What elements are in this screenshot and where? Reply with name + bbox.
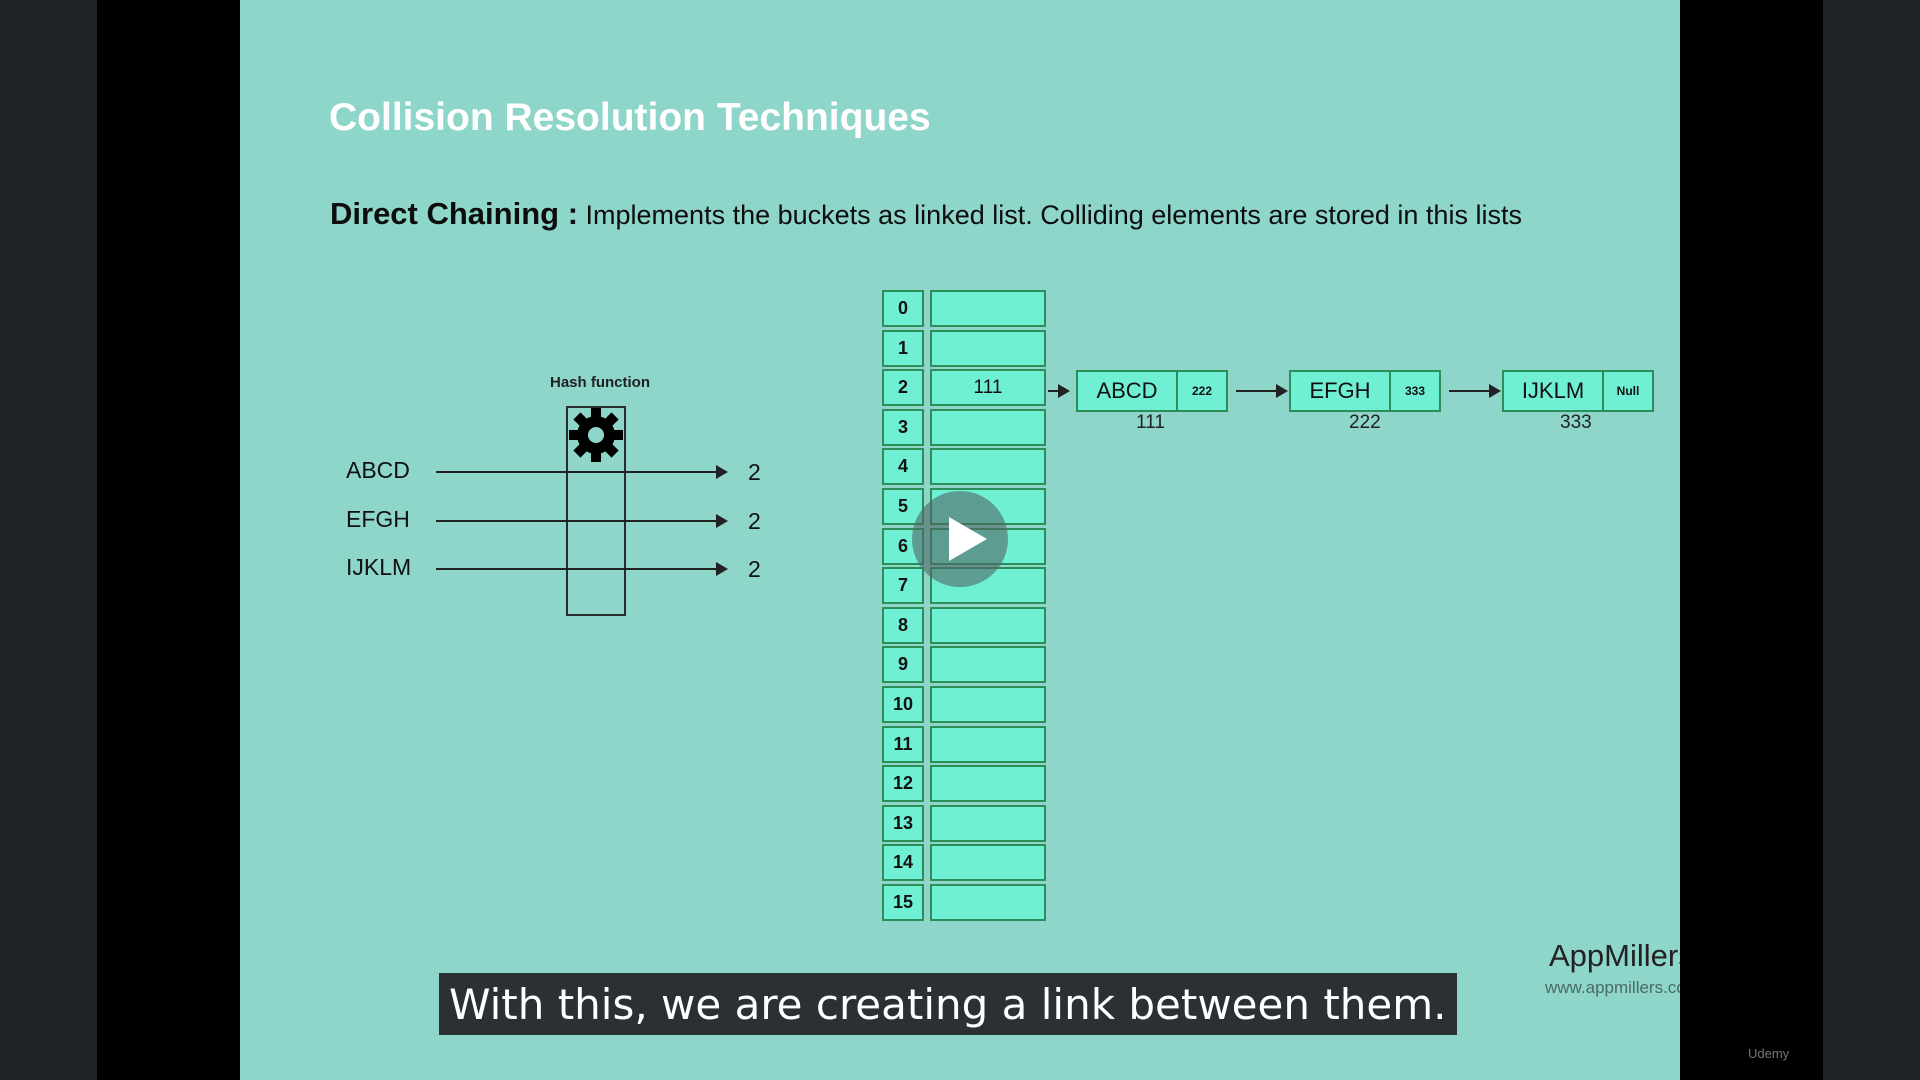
bucket-value (930, 448, 1046, 486)
node-next-pointer: Null (1616, 384, 1640, 398)
hash-function-label: Hash function (550, 374, 650, 391)
play-icon[interactable] (912, 491, 1008, 587)
bucket-index: 7 (882, 567, 924, 605)
brand-name: AppMillers (1549, 938, 1680, 973)
chain-arrow (1048, 384, 1070, 398)
bucket-value (930, 408, 1046, 446)
hash-arrow (436, 562, 728, 576)
chain-arrow (1236, 384, 1288, 398)
bucket-value (930, 290, 1046, 327)
hash-output-index: 2 (748, 459, 761, 485)
subtitle-caption: With this, we are creating a link betwee… (439, 973, 1457, 1035)
hash-output-index: 2 (748, 556, 761, 582)
hash-input-key: IJKLM (346, 554, 412, 580)
hash-arrow (436, 465, 728, 479)
bucket-index: 3 (882, 408, 924, 446)
bucket-value (930, 804, 1046, 842)
chain-arrow (1449, 384, 1501, 398)
linked-list-node: IJKLM Null (1502, 370, 1654, 412)
bucket-value (930, 606, 1046, 644)
gear-icon (569, 408, 623, 462)
hash-input-key: ABCD (346, 457, 410, 483)
node-address: 222 (1349, 412, 1381, 433)
slide-subtitle: Direct Chaining : Implements the buckets… (330, 196, 1522, 232)
brand-url: www.appmillers.com (1545, 978, 1680, 997)
bucket-value (930, 844, 1046, 882)
hash-arrow (436, 514, 728, 528)
bucket-value (930, 883, 1046, 921)
bucket-index: 9 (882, 646, 924, 684)
bucket-index: 1 (882, 329, 924, 367)
bucket-index: 11 (882, 725, 924, 763)
subtitle-term: Direct Chaining : (330, 196, 579, 231)
bucket-index: 15 (882, 883, 924, 921)
bucket-index: 0 (882, 290, 924, 327)
bucket-index: 4 (882, 448, 924, 486)
linked-list-node: ABCD 222 (1076, 370, 1228, 412)
node-key: EFGH (1291, 372, 1391, 410)
bucket-value (930, 685, 1046, 723)
bucket-index: 12 (882, 765, 924, 803)
bucket-value (930, 765, 1046, 803)
bucket-value: 111 (930, 369, 1046, 407)
bucket-index: 10 (882, 685, 924, 723)
hash-output-index: 2 (748, 508, 761, 534)
node-next-pointer: 333 (1404, 384, 1426, 398)
node-next-pointer: 222 (1191, 384, 1213, 398)
bucket-index: 14 (882, 844, 924, 882)
node-key: ABCD (1078, 372, 1178, 410)
udemy-watermark: Udemy (1748, 1046, 1790, 1061)
subtitle-description: Implements the buckets as linked list. C… (585, 200, 1522, 230)
node-address: 111 (1136, 412, 1165, 433)
slide-title: Collision Resolution Techniques (329, 96, 931, 139)
node-key: IJKLM (1504, 372, 1604, 410)
bucket-index: 2 (882, 369, 924, 407)
bucket-index: 8 (882, 606, 924, 644)
bucket-value (930, 329, 1046, 367)
linked-list-node: EFGH 333 (1289, 370, 1441, 412)
bucket-value (930, 725, 1046, 763)
node-address: 333 (1560, 412, 1592, 433)
hash-input-key: EFGH (346, 506, 410, 532)
bucket-index: 13 (882, 804, 924, 842)
bucket-value (930, 646, 1046, 684)
